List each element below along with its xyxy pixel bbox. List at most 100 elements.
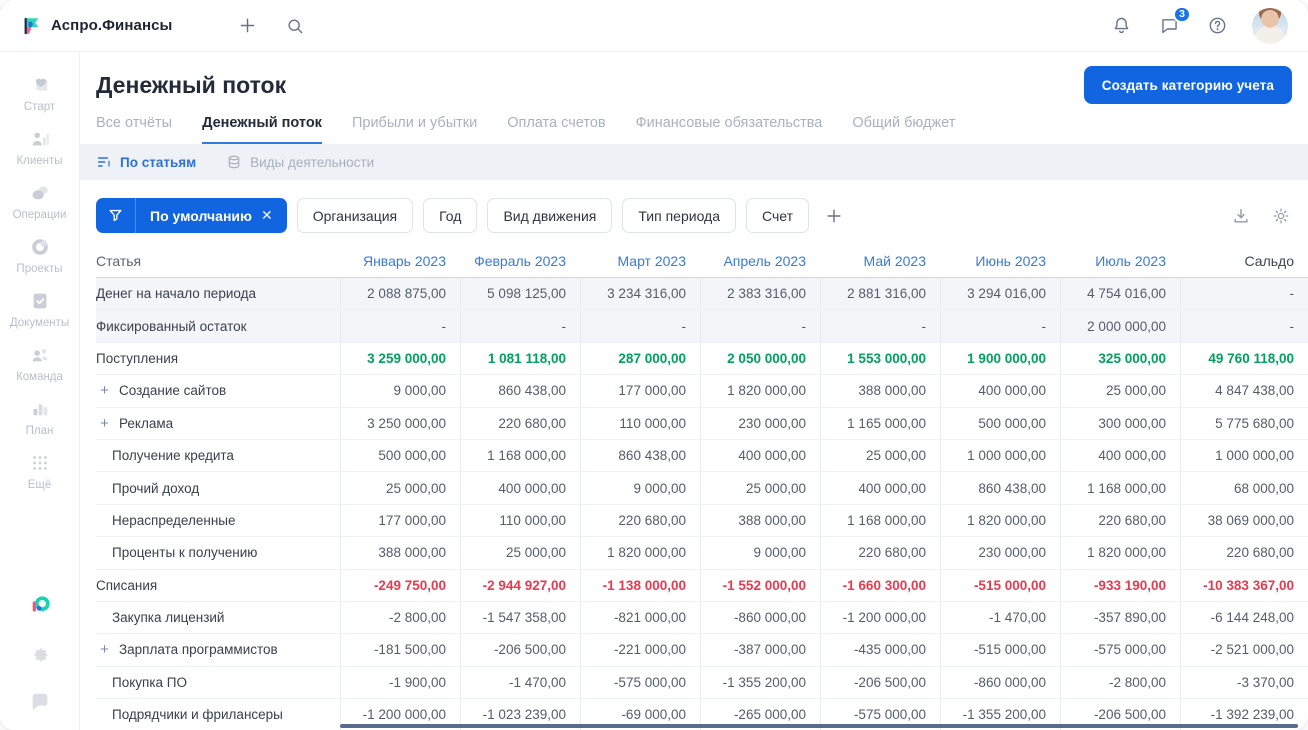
row-label-cell: Закупка лицензий	[96, 602, 340, 633]
row-label: Зарплата программистов	[119, 642, 278, 658]
table-row[interactable]: Денег на начало периода 2 088 875,00 5 098…	[96, 278, 1308, 311]
messages-icon-wrap[interactable]: 3	[1156, 5, 1191, 39]
sidebar-item-projects[interactable]: Проекты	[4, 228, 76, 282]
row-value-cell: -	[700, 310, 820, 342]
row-label-cell: Поступления	[96, 343, 340, 374]
tab-invoice-payment[interactable]: Оплата счетов	[507, 115, 605, 144]
table-row[interactable]: Нераспределенные 177 000,00 110 000,00 220 …	[96, 504, 1308, 538]
tab-general-budget[interactable]: Общий бюджет	[852, 115, 955, 144]
funnel-icon[interactable]	[96, 198, 136, 233]
table-row[interactable]: + Реклама 3 250 000,00 220 680,00 110 000,00…	[96, 407, 1308, 440]
horizontal-scrollbar[interactable]	[340, 724, 1298, 728]
filter-chips: Организация Год Вид движения Тип периода Сче…	[296, 198, 809, 233]
add-filter-button[interactable]	[819, 201, 849, 231]
table-row[interactable]: Поступления 3 259 000,00 1 081 118,00 287 0…	[96, 342, 1308, 376]
sidebar: Старт Клиенты Операции Проекты Документы Кома…	[0, 52, 80, 730]
tab-financial-obligations[interactable]: Финансовые обязательства	[636, 115, 823, 144]
tab-profit-loss[interactable]: Прибыли и убытки	[352, 115, 477, 144]
row-value-cell: 2 088 875,00	[340, 278, 460, 310]
sidebar-item-label: Старт	[23, 101, 56, 113]
quick-add-button[interactable]	[234, 13, 260, 39]
row-value-cell: 3 250 000,00	[340, 407, 460, 439]
row-value-cell: -1 200 000,00	[820, 601, 940, 634]
filter-chip[interactable]: Организация	[296, 198, 414, 233]
row-value-cell: -221 000,00	[580, 634, 700, 666]
row-value-cell: 177 000,00	[580, 375, 700, 407]
row-value-cell: -6 144 248,00	[1180, 601, 1308, 634]
row-value-cell: -	[580, 310, 700, 342]
sidebar-item-team[interactable]: Команда	[4, 336, 76, 390]
expand-plus-icon[interactable]: +	[98, 416, 111, 431]
column-header-month[interactable]: Июнь 2023	[940, 245, 1060, 277]
column-header-month[interactable]: Май 2023	[820, 245, 940, 277]
sidebar-item-start[interactable]: Старт	[4, 66, 76, 120]
expand-plus-icon[interactable]: +	[98, 383, 111, 398]
row-label-cell: Подрядчики и фрилансеры	[96, 699, 340, 730]
row-value-cell: 220 680,00	[580, 504, 700, 537]
filter-chip-close-icon[interactable]: ✕	[261, 207, 273, 224]
row-value-cell: -575 000,00	[1060, 634, 1180, 666]
brand[interactable]: Аспро.Финансы	[20, 15, 172, 37]
row-value-cell: 1 168 000,00	[1060, 472, 1180, 504]
settings-gear-icon[interactable]	[28, 642, 52, 666]
column-header-article: Статья	[96, 253, 142, 269]
user-avatar[interactable]	[1252, 7, 1288, 44]
sidebar-item-operations[interactable]: Операции	[4, 174, 76, 228]
sidebar-item-label: Документы	[9, 317, 70, 329]
subtab-by-articles[interactable]: По статьям	[96, 154, 196, 170]
sidebar-item-label: Операции	[12, 209, 67, 221]
app-color-logo-icon[interactable]	[28, 594, 52, 618]
column-header-month[interactable]: Январь 2023	[340, 245, 460, 277]
filter-chip[interactable]: Вид движения	[487, 198, 613, 233]
table-row[interactable]: + Зарплата программистов -181 500,00 -206 5…	[96, 634, 1308, 667]
row-label-cell: Получение кредита	[96, 440, 340, 471]
table-row[interactable]: Списания -249 750,00 -2 944 927,00 -1 138 0…	[96, 569, 1308, 602]
row-value-cell: 3 259 000,00	[340, 342, 460, 375]
row-value-cell: -206 500,00	[460, 634, 580, 666]
row-value-cell: -1 552 000,00	[700, 569, 820, 601]
row-value-cell: -1 470,00	[460, 666, 580, 699]
support-chat-icon[interactable]	[28, 690, 52, 714]
table-row[interactable]: Получение кредита 500 000,00 1 168 000,00 8…	[96, 439, 1308, 473]
filter-chip-default-label: По умолчанию	[150, 207, 252, 224]
column-header-month[interactable]: Апрель 2023	[700, 245, 820, 277]
filter-chip[interactable]: Счет	[746, 198, 809, 233]
notifications-bell-icon[interactable]	[1108, 13, 1134, 39]
table-row[interactable]: Проценты к получению 388 000,00 25 000,00 1…	[96, 537, 1308, 570]
filter-chip[interactable]: Год	[423, 198, 478, 233]
sidebar-item-more[interactable]: Ещё	[4, 444, 76, 498]
search-icon[interactable]	[282, 13, 308, 39]
sidebar-item-documents[interactable]: Документы	[4, 282, 76, 336]
table-row[interactable]: Закупка лицензий -2 800,00 -1 547 358,00 -8…	[96, 601, 1308, 635]
expand-plus-icon[interactable]: +	[98, 642, 111, 657]
row-value-cell: -821 000,00	[580, 601, 700, 634]
row-label-cell: Денег на начало периода	[96, 278, 340, 309]
help-icon[interactable]	[1204, 13, 1230, 39]
sidebar-item-plan[interactable]: План	[4, 390, 76, 444]
filter-chip-default[interactable]: По умолчанию ✕	[96, 198, 287, 233]
tab-cash-flow[interactable]: Денежный поток	[202, 115, 322, 144]
column-header-month[interactable]: Июль 2023	[1060, 245, 1180, 277]
tab-all-reports[interactable]: Все отчёты	[96, 115, 172, 144]
row-value-cell: 1 081 118,00	[460, 342, 580, 375]
row-value-cell: 110 000,00	[460, 504, 580, 537]
table-row[interactable]: Фиксированный остаток - - - - - -2 000 000,00-	[96, 310, 1308, 343]
row-value-cell: 400 000,00	[1060, 439, 1180, 472]
table-row[interactable]: Покупка ПО -1 900,00 -1 470,00 -575 000,00-…	[96, 666, 1308, 700]
filter-chip[interactable]: Тип периода	[622, 198, 737, 233]
row-value-cell: -860 000,00	[940, 666, 1060, 699]
table-settings-gear-icon[interactable]	[1270, 205, 1292, 227]
subtab-activity-types[interactable]: Виды деятельности	[226, 154, 374, 170]
create-category-button[interactable]: Создать категорию учета	[1083, 66, 1292, 104]
sidebar-item-clients[interactable]: Клиенты	[4, 120, 76, 174]
team-icon	[28, 343, 52, 367]
column-header-month[interactable]: Февраль 2023	[460, 245, 580, 277]
subtab-label: Виды деятельности	[250, 154, 375, 170]
download-icon[interactable]	[1230, 205, 1252, 227]
column-header-month[interactable]: Март 2023	[580, 245, 700, 277]
table-row[interactable]: Прочий доход 25 000,00 400 000,00 9 000,00 2…	[96, 472, 1308, 505]
row-value-cell: -1 660 300,00	[820, 569, 940, 601]
row-value-cell: 2 881 316,00	[820, 278, 940, 310]
row-value-cell: 1 900 000,00	[940, 342, 1060, 375]
table-row[interactable]: + Создание сайтов 9 000,00 860 438,00 177 00…	[96, 375, 1308, 408]
